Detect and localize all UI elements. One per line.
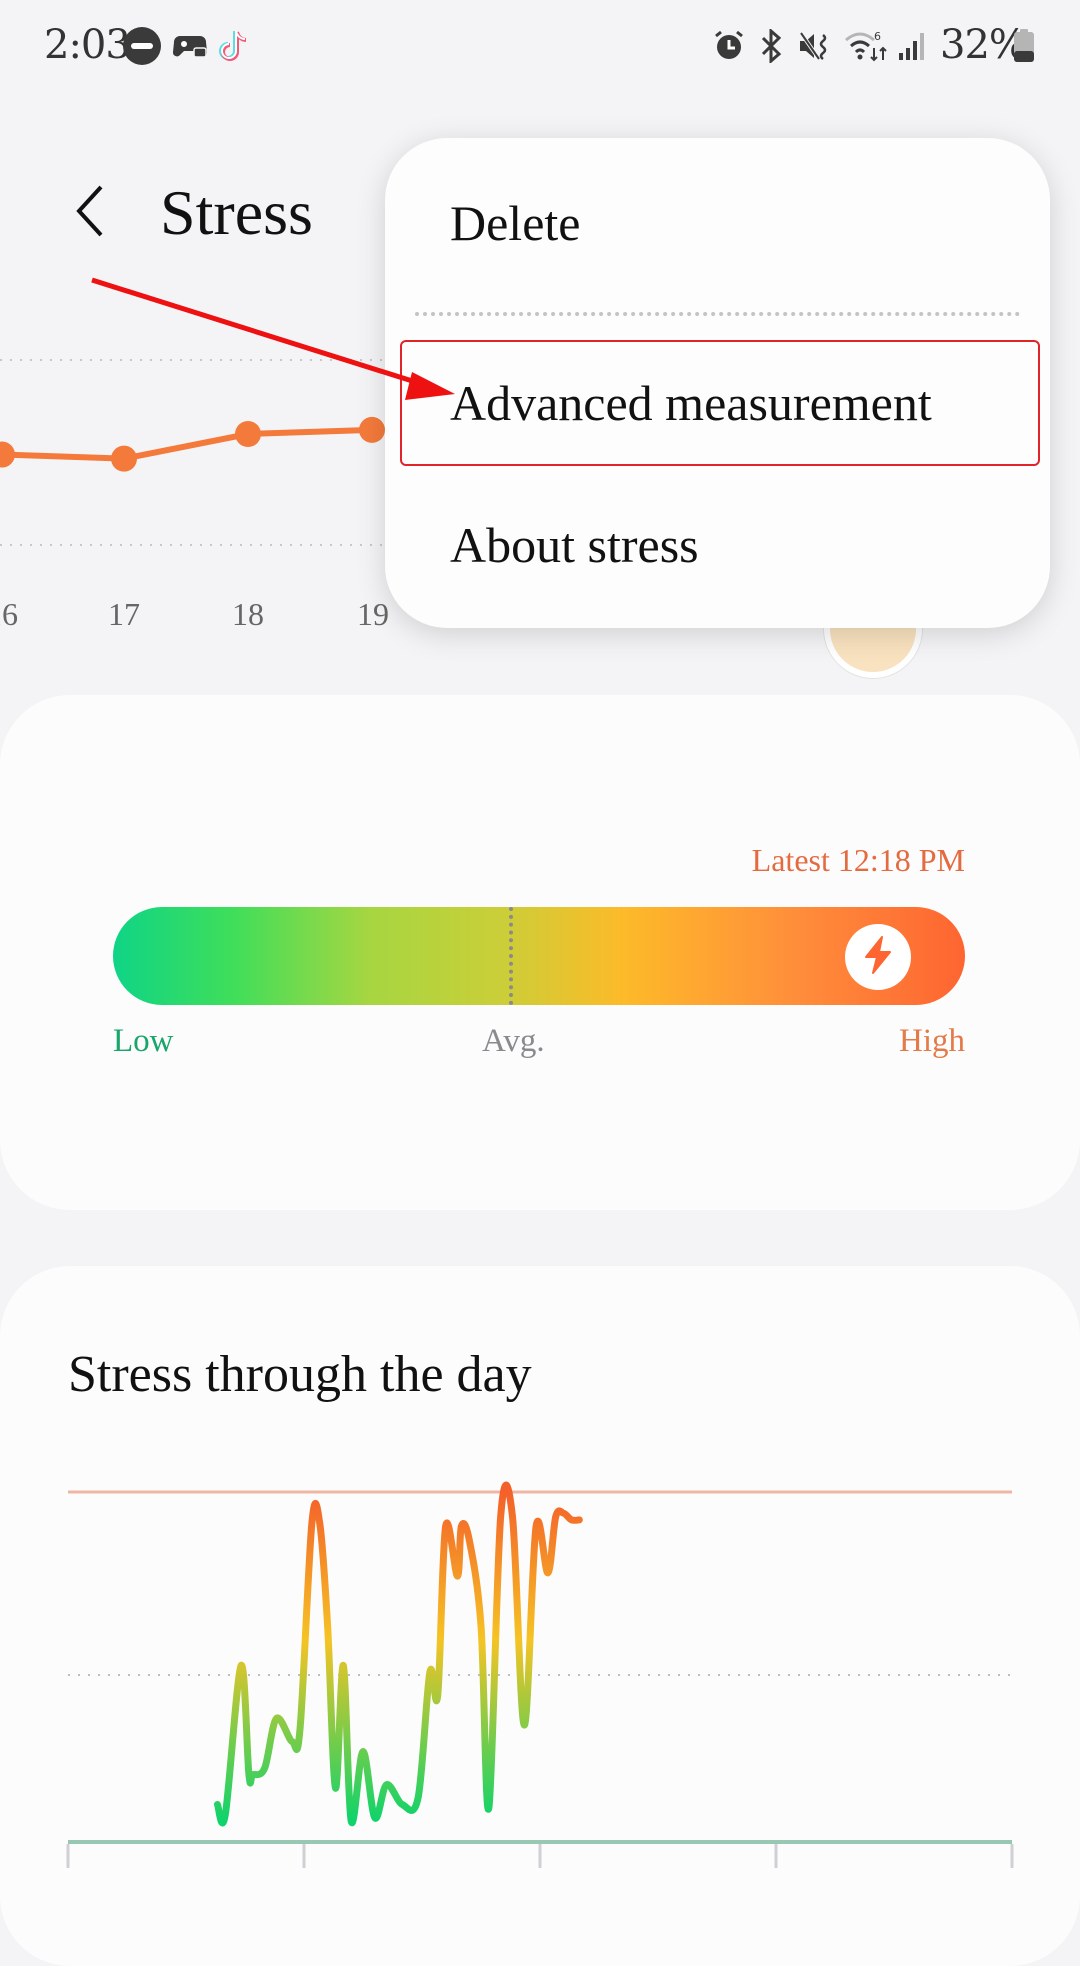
trend-x-label: 16 <box>0 596 18 632</box>
wifi-6-icon: 6 <box>844 26 890 66</box>
menu-item-about-stress[interactable]: About stress <box>450 516 699 574</box>
menu-item-advanced-measurement[interactable]: Advanced measurement <box>450 374 932 432</box>
trend-point <box>0 441 15 468</box>
mute-vibrate-icon <box>796 26 832 66</box>
trend-x-label: 17 <box>108 596 140 632</box>
trend-point <box>111 445 137 472</box>
current-stress-indicator <box>845 924 912 990</box>
trend-x-label: 18 <box>232 596 264 632</box>
gauge-low-label: Low <box>113 1023 174 1059</box>
trend-point <box>359 416 385 443</box>
signal-icon <box>896 26 928 66</box>
svg-text:6: 6 <box>874 30 881 43</box>
trend-chart <box>0 359 400 546</box>
overflow-menu: Delete Advanced measurement About stress <box>385 138 1050 628</box>
trend-point <box>235 421 261 447</box>
latest-measurement-label: Latest 12:18 PM <box>751 842 965 878</box>
status-time: 2:03 <box>44 22 131 68</box>
x-axis-tick-label: 6 PM <box>776 1866 842 1871</box>
x-axis-tick-label: 12 AM <box>68 1866 152 1871</box>
gauge-high-label: High <box>899 1023 965 1059</box>
x-axis-tick-label: (h) <box>992 1866 1027 1871</box>
game-launcher-icon <box>170 26 210 66</box>
tiktok-icon <box>214 26 254 66</box>
x-axis-tick-label: 6 AM <box>304 1866 373 1871</box>
bluetooth-icon <box>756 26 786 66</box>
trend-line <box>1 426 373 462</box>
back-button[interactable] <box>60 178 120 248</box>
alarm-icon <box>712 26 746 66</box>
x-axis-tick-label: 12 PM <box>540 1866 621 1871</box>
page-title: Stress <box>160 177 313 248</box>
average-marker <box>509 907 513 1005</box>
day-chart: 12 AM 6 AM 12 PM 6 PM (h) <box>66 1481 1027 1871</box>
chevron-left-icon <box>73 183 107 244</box>
menu-item-delete[interactable]: Delete <box>450 194 580 252</box>
menu-divider <box>415 312 1020 316</box>
do-not-disturb-icon <box>120 26 164 66</box>
trend-x-label: 19 <box>357 596 389 632</box>
stress-series-line <box>213 1481 583 1827</box>
battery-icon <box>1012 26 1036 66</box>
day-chart-title: Stress through the day <box>68 1346 532 1403</box>
stress-gauge-bar <box>113 907 965 1005</box>
lightning-bolt-icon <box>860 935 896 980</box>
gauge-avg-label: Avg. <box>482 1023 545 1059</box>
